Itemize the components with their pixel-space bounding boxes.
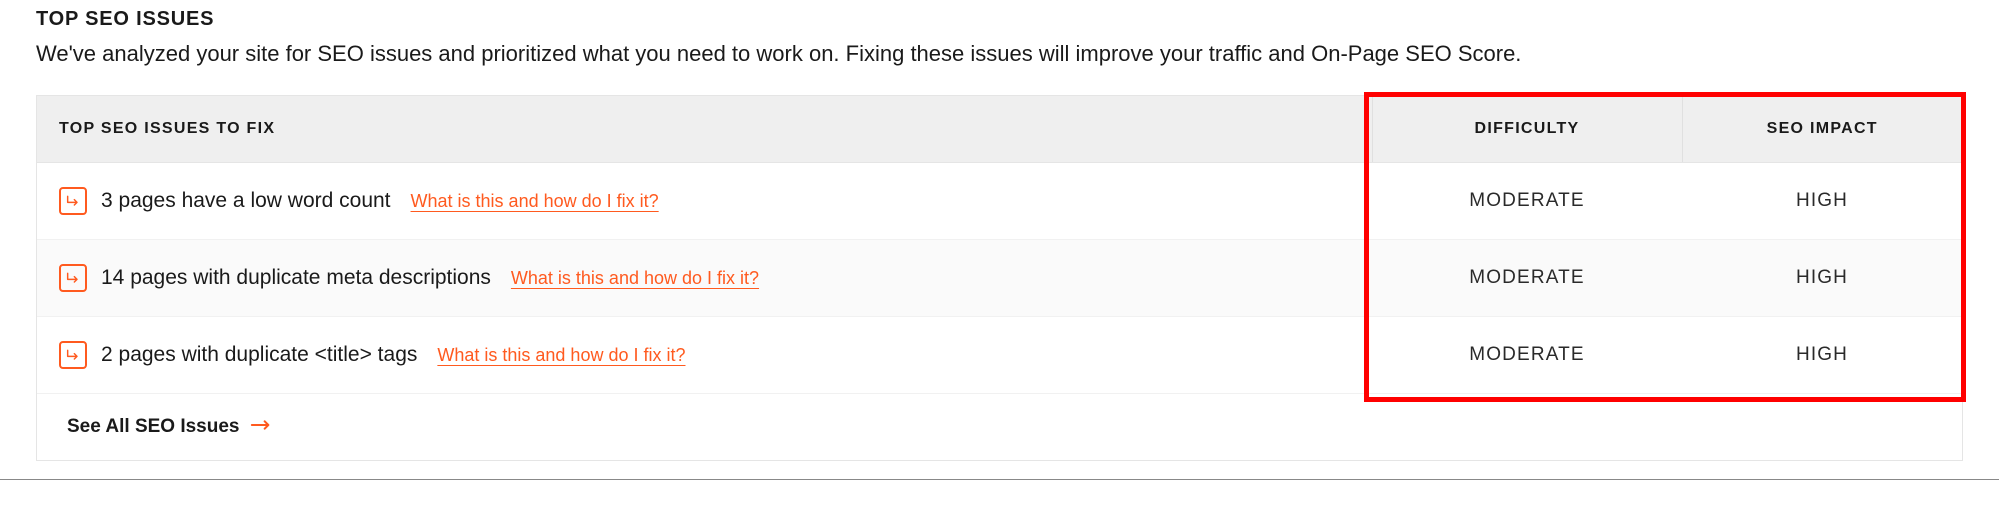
impact-value: HIGH (1682, 317, 1962, 394)
col-header-impact: SEO IMPACT (1682, 96, 1962, 163)
issue-text: 3 pages have a low word count (101, 189, 391, 213)
return-arrow-icon (59, 264, 87, 292)
col-header-issues: TOP SEO ISSUES TO FIX (37, 96, 1372, 163)
seo-issues-section: TOP SEO ISSUES We've analyzed your site … (0, 0, 1999, 480)
impact-value: HIGH (1682, 163, 1962, 240)
return-arrow-icon (59, 341, 87, 369)
issue-text: 14 pages with duplicate meta description… (101, 266, 491, 290)
see-all-issues-link[interactable]: See All SEO Issues (67, 416, 272, 438)
table-row: 3 pages have a low word count What is th… (37, 163, 1962, 240)
difficulty-value: MODERATE (1372, 317, 1682, 394)
difficulty-value: MODERATE (1372, 240, 1682, 317)
help-link[interactable]: What is this and how do I fix it? (437, 345, 685, 366)
difficulty-value: MODERATE (1372, 163, 1682, 240)
help-link[interactable]: What is this and how do I fix it? (511, 268, 759, 289)
table-row: 2 pages with duplicate <title> tags What… (37, 317, 1962, 394)
col-header-difficulty: DIFFICULTY (1372, 96, 1682, 163)
section-title: TOP SEO ISSUES (36, 8, 1963, 31)
see-all-label: See All SEO Issues (67, 416, 240, 438)
issues-table-wrapper: TOP SEO ISSUES TO FIX DIFFICULTY SEO IMP… (36, 95, 1963, 461)
help-link[interactable]: What is this and how do I fix it? (411, 191, 659, 212)
see-all-row: See All SEO Issues (37, 394, 1962, 461)
section-description: We've analyzed your site for SEO issues … (36, 41, 1963, 67)
return-arrow-icon (59, 187, 87, 215)
issue-text: 2 pages with duplicate <title> tags (101, 343, 417, 367)
table-row: 14 pages with duplicate meta description… (37, 240, 1962, 317)
table-header: TOP SEO ISSUES TO FIX DIFFICULTY SEO IMP… (37, 96, 1962, 163)
impact-value: HIGH (1682, 240, 1962, 317)
issues-table: TOP SEO ISSUES TO FIX DIFFICULTY SEO IMP… (37, 96, 1962, 460)
arrow-right-icon (250, 416, 272, 438)
